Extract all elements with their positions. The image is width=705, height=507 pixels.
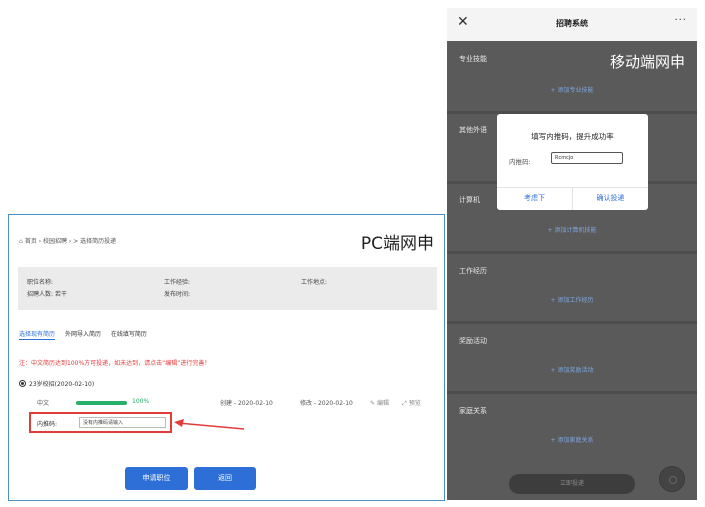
completion-percent: 100%	[132, 398, 150, 405]
floating-action-icon[interactable]	[659, 466, 685, 492]
resume-detail-row: 中文 100% 创建 - 2020-02-10 修改 - 2020-02-10 …	[34, 398, 439, 408]
job-title-label: 职位名称:	[27, 279, 54, 286]
radio-selected-icon[interactable]	[19, 380, 26, 387]
referral-code-input[interactable]: 没有内推码请输入	[79, 417, 166, 428]
job-location-label: 工作地点:	[301, 279, 328, 286]
later-button[interactable]: 考虑下	[497, 193, 572, 203]
back-button[interactable]: 返回	[194, 467, 256, 490]
breadcrumb: ⌂ 首页 › 校园招聘 › > 选择简历投递	[19, 236, 116, 245]
job-count-label: 招聘人数: 若干	[27, 289, 67, 298]
completion-progress-bar	[76, 401, 127, 405]
edit-label: 编辑	[376, 400, 389, 407]
resume-name: 23岁校招(2020-02-10)	[29, 381, 95, 388]
referral-code-label: 内推码:	[37, 421, 58, 428]
job-info-box: 职位名称: 招聘人数: 若干 工作经验: 发布时间: 工作地点:	[18, 267, 437, 310]
apply-button[interactable]: 申请职位	[125, 467, 188, 490]
home-icon[interactable]: ⌂	[19, 238, 23, 245]
pc-application-panel: ⌂ 首页 › 校园招聘 › > 选择简历投递 PC端网申 职位名称: 招聘人数: …	[8, 214, 445, 501]
dialog-title: 填写内推码，提升成功率	[531, 132, 614, 141]
pc-label: PC端网申	[360, 234, 434, 254]
section-title-languages: 其他外语	[459, 126, 487, 134]
edit-icon: ✎	[370, 400, 376, 407]
job-experience-label: 工作经验:	[164, 279, 191, 286]
dialog-code-label: 内推码:	[509, 158, 531, 166]
section-title-computer: 计算机	[459, 196, 480, 204]
add-work-link[interactable]: + 添加工作经历	[447, 295, 697, 304]
dialog-code-input[interactable]: Rcmcjo	[551, 152, 623, 164]
preview-button[interactable]: ⤢ 预览	[402, 398, 421, 408]
preview-label: 预览	[408, 400, 421, 407]
red-arrow-icon	[174, 419, 245, 430]
resume-tabs: 选择现有简历 外网导入简历 在线填写简历	[19, 329, 155, 340]
mobile-title: 招聘系统	[556, 19, 588, 28]
tab-online-resume[interactable]: 在线填写简历	[111, 331, 147, 338]
completion-progress-fill	[76, 401, 127, 405]
divider	[447, 391, 697, 394]
edit-button[interactable]: ✎ 编辑	[370, 398, 389, 407]
section-title-family: 家庭关系	[459, 407, 487, 415]
notice-text: 注：中文简历达到100%方可投递，如未达到，请点击“编辑”进行完善！	[19, 360, 211, 367]
mobile-top-bar: ✕ 招聘系统 ···	[447, 8, 697, 41]
add-computer-link[interactable]: + 添加计算机技能	[447, 225, 697, 234]
job-count-label-text: 招聘人数:	[27, 291, 54, 298]
resume-option[interactable]: 23岁校招(2020-02-10)	[19, 379, 94, 388]
preview-icon: ⤢	[402, 400, 407, 407]
add-awards-link[interactable]: + 添加奖励活动	[447, 365, 697, 374]
mobile-application-panel: ✕ 招聘系统 ··· 移动端网申 专业技能 + 添加专业技能 其他外语 计算机 …	[447, 8, 697, 500]
resume-language: 中文	[37, 400, 50, 407]
modified-date: 修改 - 2020-02-10	[300, 400, 353, 407]
created-date: 创建 - 2020-02-10	[220, 400, 273, 407]
referral-dialog: 填写内推码，提升成功率 内推码: Rcmcjo 考虑下 确认投递	[497, 114, 648, 210]
tab-existing-resume[interactable]: 选择现有简历	[19, 331, 56, 340]
section-title-skills: 专业技能	[459, 55, 487, 63]
referral-code-highlight: 内推码: 没有内推码请输入	[29, 412, 172, 433]
job-count-value: 若干	[54, 291, 67, 298]
publish-time-label: 发布时间:	[164, 291, 191, 298]
more-icon[interactable]: ···	[674, 15, 687, 26]
breadcrumb-text[interactable]: 首页 › 校园招聘 › > 选择简历投递	[25, 238, 116, 245]
add-skills-link[interactable]: + 添加专业技能	[447, 85, 697, 94]
divider	[447, 321, 697, 324]
confirm-apply-button[interactable]: 确认投递	[573, 193, 648, 203]
submit-button[interactable]: 立即投递	[509, 474, 635, 494]
mobile-label: 移动端网申	[609, 53, 685, 71]
section-title-awards: 奖励活动	[459, 337, 487, 345]
section-title-work: 工作经历	[459, 267, 487, 275]
divider	[447, 251, 697, 254]
add-family-link[interactable]: + 添加家庭关系	[447, 435, 697, 444]
tab-import-resume[interactable]: 外网导入简历	[65, 331, 101, 338]
